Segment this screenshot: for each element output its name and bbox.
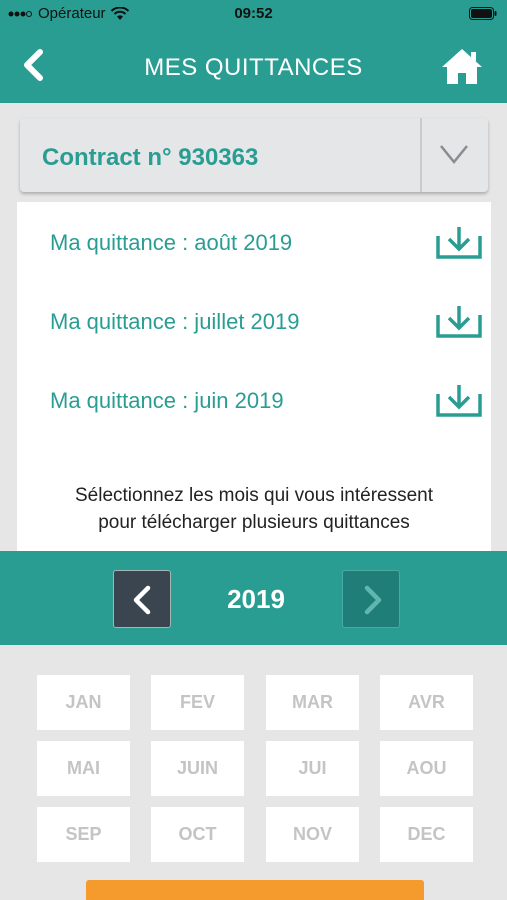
status-bar: Opérateur 09:52 [0,0,507,28]
month-may[interactable]: MAI [37,741,130,796]
month-sep[interactable]: SEP [37,807,130,862]
year-label: 2019 [227,584,285,614]
contract-label: Contract n° 930363 [42,144,259,171]
receipt-label: Ma quittance : juin 2019 [50,388,284,413]
month-apr[interactable]: AVR [380,675,473,730]
month-dec[interactable]: DEC [380,807,473,862]
chevron-down-icon [440,145,468,164]
month-aug[interactable]: AOU [380,741,473,796]
download-icon[interactable] [435,382,483,418]
previous-year-button[interactable] [113,570,171,628]
month-jun[interactable]: JUIN [151,741,244,796]
instruction-text: Sélectionnez les mois qui vous intéresse… [17,464,491,552]
receipts-list: Ma quittance : août 2019 Ma quittance : … [17,202,491,464]
page-title: MES QUITTANCES [144,54,363,81]
download-icon[interactable] [435,303,483,339]
month-feb[interactable]: FEV [151,675,244,730]
chevron-right-icon [364,585,382,615]
battery-icon [469,7,497,20]
receipt-label: Ma quittance : juillet 2019 [50,309,300,334]
list-item[interactable]: Ma quittance : août 2019 [17,208,491,268]
receipt-label: Ma quittance : août 2019 [50,230,293,255]
month-jan[interactable]: JAN [37,675,130,730]
next-year-button[interactable] [342,570,400,628]
nav-bar: MES QUITTANCES [0,28,507,103]
download-selected-button[interactable] [86,880,424,900]
month-nov[interactable]: NOV [266,807,359,862]
download-icon[interactable] [435,224,483,260]
list-item[interactable]: Ma quittance : juillet 2019 [17,287,491,347]
chevron-left-icon [133,585,151,615]
dropdown-divider [420,118,422,192]
list-item[interactable]: Ma quittance : juin 2019 [17,366,491,426]
home-icon[interactable] [441,47,483,85]
instruction-line-2: pour télécharger plusieurs quittances [98,512,410,533]
year-selector: 2019 [0,551,507,645]
instruction-line-1: Sélectionnez les mois qui vous intéresse… [74,485,434,506]
contract-dropdown[interactable]: Contract n° 930363 [20,118,488,192]
month-oct[interactable]: OCT [151,807,244,862]
month-jul[interactable]: JUI [266,741,359,796]
month-mar[interactable]: MAR [266,675,359,730]
clock: 09:52 [234,5,273,22]
list-item-partial[interactable] [17,445,491,464]
